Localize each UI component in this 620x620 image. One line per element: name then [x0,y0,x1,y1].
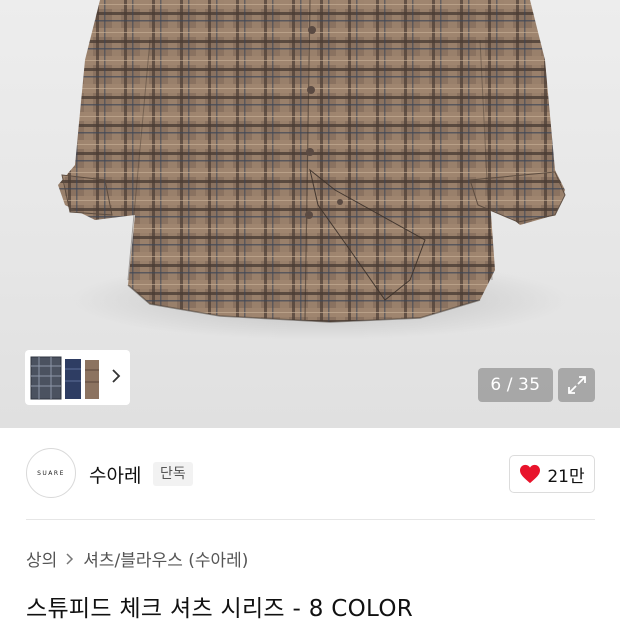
expand-image-button[interactable] [558,368,595,402]
chevron-right-icon[interactable] [110,368,122,384]
page-separator: / [506,375,513,395]
current-image-index: 6 [490,375,502,395]
color-variant-thumbnails[interactable] [29,354,101,401]
breadcrumb-category[interactable]: 상의 [26,546,57,571]
exclusive-badge: 단독 [153,462,193,486]
like-count: 21만 [547,466,585,487]
image-page-indicator: 6 / 35 [478,368,553,402]
breadcrumb: 상의 셔츠/블라우스 (수아레) [26,546,248,571]
thumbnail-strip[interactable] [25,350,130,405]
brand-name[interactable]: 수아레 [89,461,141,488]
breadcrumb-subcategory[interactable]: 셔츠/블라우스 (수아레) [83,546,248,571]
chevron-right-icon [66,552,74,565]
brand-logo-text: SUARE [37,469,65,477]
heart-icon [520,464,541,484]
like-button[interactable]: 21만 [509,455,595,493]
total-image-count: 35 [517,375,541,395]
expand-icon [567,376,586,394]
section-divider [26,519,595,520]
product-image-gallery[interactable]: 6 / 35 [0,0,620,428]
brand-logo[interactable]: SUARE [26,448,76,498]
product-title: 스튜피드 체크 셔츠 시리즈 - 8 COLOR [26,596,414,620]
seller-row: SUARE 수아레 단독 21만 [0,428,620,520]
